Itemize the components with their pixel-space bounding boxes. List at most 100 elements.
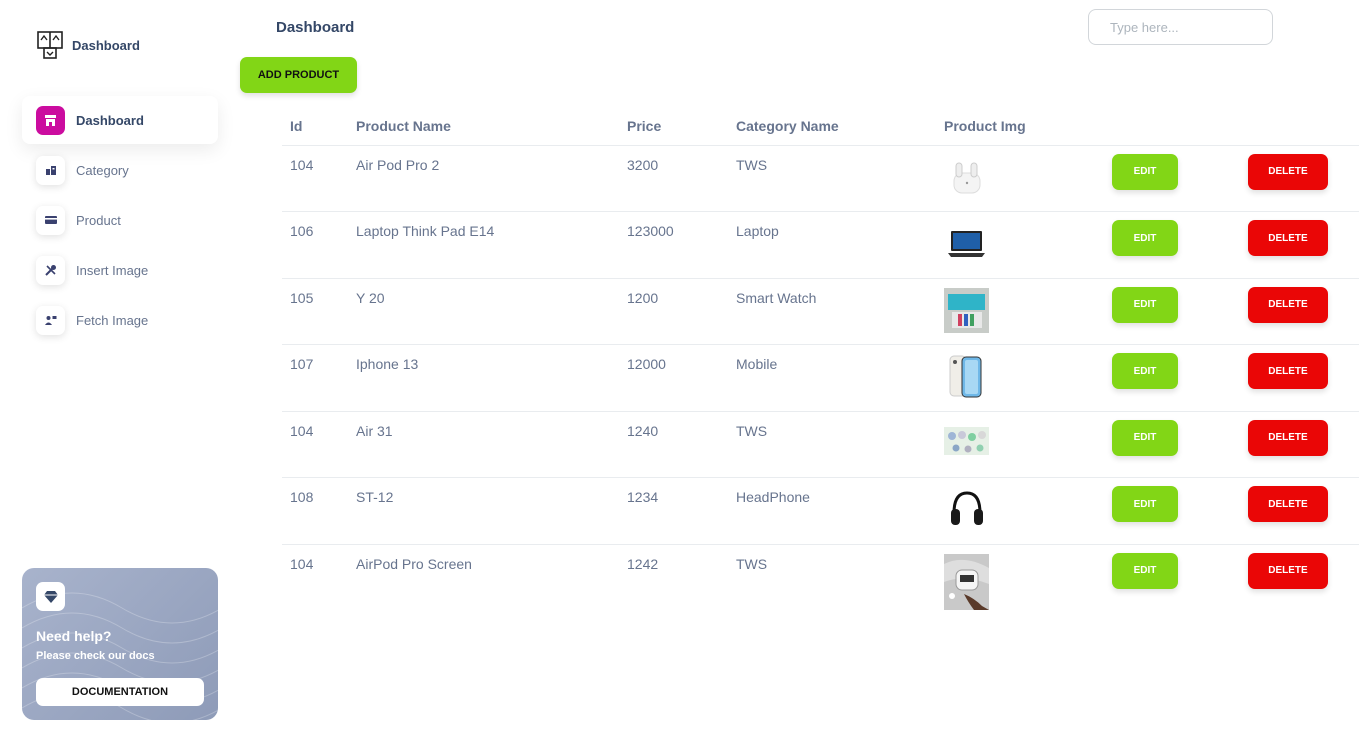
sidebar-item-label: Product <box>76 212 121 228</box>
cell-product-name: ST-12 <box>348 477 619 545</box>
cell-category: TWS <box>736 555 768 572</box>
cell-product-name: Air 31 <box>348 411 619 478</box>
delete-button[interactable]: DELETE <box>1248 286 1328 323</box>
cell-category: Laptop <box>728 211 936 279</box>
cell-id: 105 <box>282 278 348 345</box>
products-table: Id Product Name Price Category Name Prod… <box>282 108 1359 611</box>
column-header-product-name: Product Name <box>348 108 619 146</box>
cell-product-name: AirPod Pro Screen <box>356 555 472 572</box>
airpod-screen-thumbnail <box>944 553 989 610</box>
cell-product-img <box>936 278 1104 345</box>
cell-price: 1200 <box>619 278 728 345</box>
delete-button[interactable]: DELETE <box>1248 220 1328 256</box>
edit-button[interactable]: EDIT <box>1112 286 1178 323</box>
delete-button[interactable]: DELETE <box>1248 353 1328 389</box>
airpods-thumbnail <box>944 154 989 200</box>
sidebar-item-label: Fetch Image <box>76 312 149 328</box>
column-header-category-name: Category Name <box>728 108 936 146</box>
help-card: Need help? Please check our docs DOCUMEN… <box>22 568 218 720</box>
edit-button[interactable]: EDIT <box>1112 153 1178 190</box>
smartwatch-box-thumbnail <box>944 287 989 333</box>
edit-button[interactable]: EDIT <box>1112 220 1178 256</box>
brand-name: Dashboard <box>72 37 140 53</box>
logo-icon <box>37 31 63 59</box>
cell-id: 106 <box>282 211 348 279</box>
headphone-thumbnail <box>944 487 989 532</box>
cell-product-name: Y 20 <box>348 278 619 345</box>
delete-button[interactable]: DELETE <box>1248 486 1328 522</box>
table-row: 104 Air 31 1240 TWS EDIT DELETE <box>282 411 1359 478</box>
table-row: 106 Laptop Think Pad E14 123000 Laptop E… <box>282 211 1359 279</box>
credit-card-icon <box>36 205 65 235</box>
column-header-edit <box>1104 108 1240 146</box>
sidebar-nav: Dashboard Category Product Insert Image … <box>22 96 218 346</box>
shop-icon <box>36 105 65 135</box>
delete-button[interactable]: DELETE <box>1248 153 1328 190</box>
cell-price: 1240 <box>619 411 728 478</box>
help-title: Need help? <box>36 628 112 644</box>
office-icon <box>36 155 65 185</box>
sidebar-item-fetch-image[interactable]: Fetch Image <box>22 296 218 344</box>
sidebar-item-product[interactable]: Product <box>22 196 218 244</box>
cell-category: HeadPhone <box>728 477 936 545</box>
cell-product-img <box>936 211 1104 279</box>
documentation-button[interactable]: DOCUMENTATION <box>36 678 204 706</box>
cell-price: 12000 <box>619 344 728 412</box>
cell-id: 104 <box>290 555 314 572</box>
sidebar-item-label: Insert Image <box>76 262 149 278</box>
cell-id: 107 <box>282 344 348 412</box>
cell-category: Mobile <box>728 344 936 412</box>
column-header-id: Id <box>282 108 348 146</box>
table-row: 107 Iphone 13 12000 Mobile EDIT DELETE <box>282 344 1359 412</box>
sidebar-item-insert-image[interactable]: Insert Image <box>22 246 218 294</box>
add-product-button[interactable]: ADD PRODUCT <box>240 57 357 93</box>
edit-button[interactable]: EDIT <box>1112 419 1178 456</box>
cell-id: 104 <box>282 411 348 478</box>
column-header-product-img: Product Img <box>936 108 1104 146</box>
delete-button[interactable]: DELETE <box>1248 419 1328 456</box>
edit-button[interactable]: EDIT <box>1112 552 1178 589</box>
cell-product-img <box>936 411 1104 478</box>
cell-category: TWS <box>728 411 936 478</box>
sidebar: Dashboard Dashboard Category Product Ins… <box>0 0 240 734</box>
edit-button[interactable]: EDIT <box>1112 486 1178 522</box>
table-row: 104 AirPod Pro Screen 1242 TWS EDIT DELE… <box>282 544 1359 611</box>
cell-product-name: Laptop Think Pad E14 <box>348 211 619 279</box>
iphone-thumbnail <box>944 354 989 399</box>
sidebar-item-label: Category <box>76 162 129 178</box>
cell-product-img <box>936 344 1104 412</box>
table-header-row: Id Product Name Price Category Name Prod… <box>282 108 1359 146</box>
cell-product-img <box>936 477 1104 545</box>
table-row: 105 Y 20 1200 Smart Watch EDIT DELETE <box>282 278 1359 345</box>
search-input[interactable] <box>1088 9 1273 45</box>
cell-price: 1234 <box>619 477 728 545</box>
sidebar-item-label: Dashboard <box>76 112 144 128</box>
cell-price: 123000 <box>619 211 728 279</box>
diamond-icon <box>36 582 65 611</box>
laptop-thumbnail <box>944 221 989 266</box>
edit-button[interactable]: EDIT <box>1112 353 1178 389</box>
cell-id: 108 <box>282 477 348 545</box>
column-header-delete <box>1240 108 1359 146</box>
cell-price: 1242 <box>627 555 659 572</box>
brand[interactable]: Dashboard <box>36 30 140 60</box>
cell-category: TWS <box>728 145 936 212</box>
cell-price: 3200 <box>619 145 728 212</box>
column-header-price: Price <box>619 108 728 146</box>
cell-product-img <box>936 145 1104 212</box>
cell-product-name: Air Pod Pro 2 <box>348 145 619 212</box>
help-subtitle: Please check our docs <box>36 650 155 662</box>
cell-id: 104 <box>282 145 348 212</box>
cell-product-img <box>936 544 1104 611</box>
sidebar-item-dashboard[interactable]: Dashboard <box>22 96 218 144</box>
table-row: 108 ST-12 1234 HeadPhone EDIT DELETE <box>282 477 1359 545</box>
settings-tools-icon <box>36 255 65 285</box>
page-title: Dashboard <box>276 19 355 36</box>
cell-product-name: Iphone 13 <box>348 344 619 412</box>
user-icon <box>36 305 65 335</box>
earbuds-set-thumbnail <box>944 420 989 466</box>
delete-button[interactable]: DELETE <box>1248 552 1328 589</box>
sidebar-item-category[interactable]: Category <box>22 146 218 194</box>
table-row: 104 Air Pod Pro 2 3200 TWS EDIT DELETE <box>282 145 1359 212</box>
cell-category: Smart Watch <box>728 278 936 345</box>
